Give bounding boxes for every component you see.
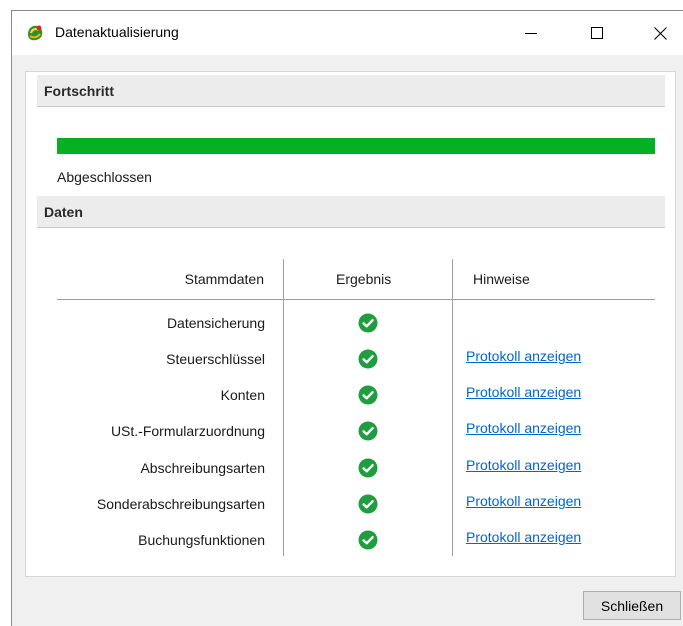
data-section-header: Daten [37,196,665,228]
protocol-link[interactable]: Protokoll anzeigen [466,457,581,473]
table-row: USt.-Formularzuordnung Protokoll anzeigen [26,416,677,450]
dialog-window: Datenaktualisierung Fortschritt Abgeschl… [11,10,683,626]
close-button[interactable]: Schließen [583,591,681,620]
check-icon [358,313,378,333]
row-label: Konten [220,387,265,403]
close-window-button[interactable] [637,11,683,55]
table-row: Abschreibungsarten Protokoll anzeigen [26,453,677,487]
maximize-icon [591,27,603,39]
close-icon [653,26,667,40]
column-header-stammdaten: Stammdaten [184,271,264,287]
column-header-hinweise: Hinweise [473,271,530,287]
check-icon [358,385,378,405]
protocol-link[interactable]: Protokoll anzeigen [466,493,581,509]
row-label: Abschreibungsarten [140,460,265,476]
check-icon [358,530,378,550]
row-label: Sonderabschreibungsarten [96,496,265,512]
row-label: Datensicherung [166,315,265,331]
progress-status: Abgeschlossen [57,169,152,185]
table-row: Sonderabschreibungsarten Protokoll anzeig… [26,489,677,523]
minimize-icon [525,33,537,34]
protocol-link[interactable]: Protokoll anzeigen [466,529,581,545]
maximize-button[interactable] [574,11,620,55]
progress-bar [57,138,655,154]
table-row: Konten Protokoll anzeigen [26,380,677,414]
content-panel: Fortschritt Abgeschlossen Daten Stammdat… [25,71,676,577]
protocol-link[interactable]: Protokoll anzeigen [466,384,581,400]
table-header-divider [57,299,655,300]
protocol-link[interactable]: Protokoll anzeigen [466,348,581,364]
table-row: Datensicherung [26,308,677,342]
check-icon [358,494,378,514]
title-bar[interactable]: Datenaktualisierung [12,11,683,55]
column-header-ergebnis: Ergebnis [336,271,392,287]
check-icon [358,349,378,369]
row-label: Buchungsfunktionen [138,532,265,548]
window-title: Datenaktualisierung [55,24,179,40]
row-label: USt.-Formularzuordnung [110,423,265,439]
check-icon [358,458,378,478]
row-label: Steuerschlüssel [166,351,265,367]
minimize-button[interactable] [508,11,554,55]
protocol-link[interactable]: Protokoll anzeigen [466,420,581,436]
check-icon [358,421,378,441]
progress-bar-fill [57,138,655,154]
table-row: Steuerschlüssel Protokoll anzeigen [26,344,677,378]
progress-section-header: Fortschritt [37,75,665,107]
app-icon [24,22,46,44]
table-row: Buchungsfunktionen Protokoll anzeigen [26,525,677,559]
